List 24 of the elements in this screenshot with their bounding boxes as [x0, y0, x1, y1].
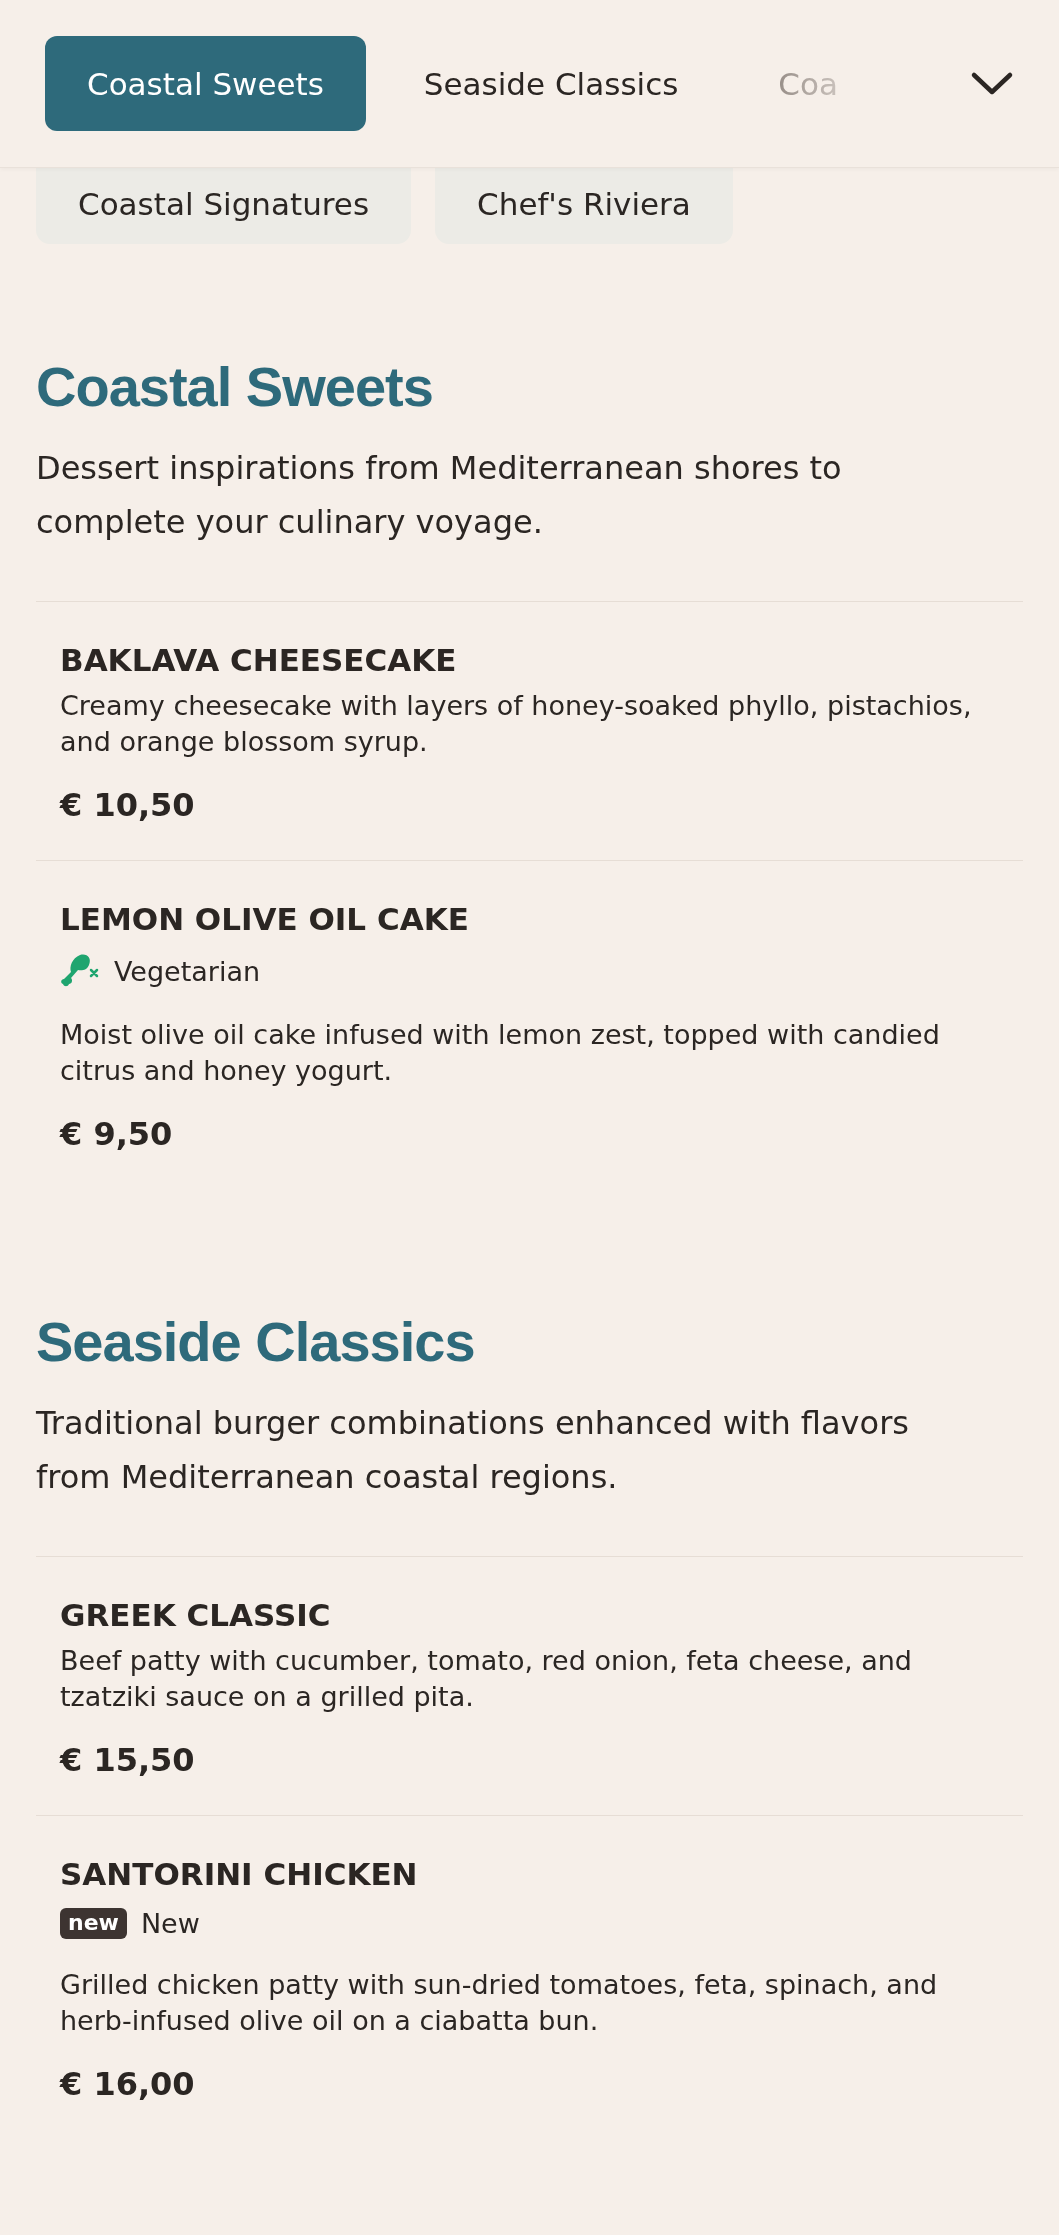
tag-label: New [140, 1908, 200, 1939]
category-tab[interactable]: Coastal Sweets [45, 36, 366, 131]
dish-description: Creamy cheesecake with layers of honey-soaked phyllo, pistachios, and orange blossom syrup. [60, 689, 973, 759]
section-title: Coastal Sweets [36, 354, 434, 419]
dish-price: € 9,50 [60, 1115, 174, 1153]
category-tab[interactable]: Seaside Classics [381, 36, 721, 131]
dish-name: SANTORINI CHICKEN [60, 1856, 419, 1892]
dish-price: € 15,50 [60, 1741, 196, 1779]
section-description: Traditional burger combinations enhanced with flavors from Mediterranean coastal regions. [36, 1403, 910, 1498]
dish-description: Beef patty with cucumber, tomato, red onion, feta cheese, and tzatziki sauce on a grilled pita. [60, 1644, 913, 1714]
drumstick-crossed-icon [60, 953, 100, 989]
section-title: Seaside Classics [36, 1309, 476, 1374]
new-badge: new [60, 1908, 127, 1939]
dish-name: GREEK CLASSIC [60, 1597, 332, 1633]
tag-label: Vegetarian [114, 955, 261, 987]
section-description: Dessert inspirations from Mediterranean shores to complete your culinary voyage. [36, 448, 843, 543]
category-tab[interactable]: Coastal Signatures [36, 168, 412, 244]
dish-description: Moist olive oil cake infused with lemon zest, topped with candied citrus and honey yogurt. [60, 1018, 941, 1088]
category-tab[interactable]: Chef's Riviera [435, 168, 733, 244]
dish-description: Grilled chicken patty with sun-dried tomatoes, feta, spinach, and herb-infused olive oil on a ciabatta bun. [60, 1968, 939, 2038]
dish-price: € 10,50 [60, 786, 196, 824]
dish-name: LEMON OLIVE OIL CAKE [60, 901, 470, 937]
dish-name: BAKLAVA CHEESECAKE [60, 642, 458, 678]
dish-price: € 16,00 [60, 2065, 196, 2103]
